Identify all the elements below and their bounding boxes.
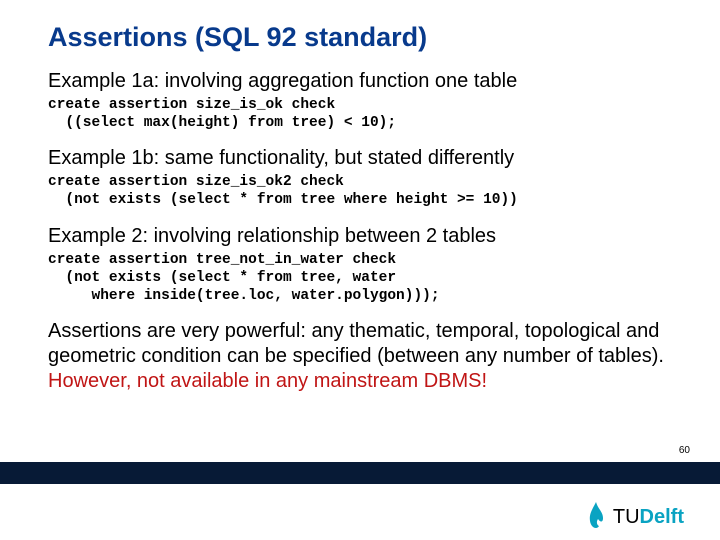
assertions-body: Assertions are very powerful: any themat… xyxy=(48,320,664,367)
example-1b-heading: Example 1b: same functionality, but stat… xyxy=(48,146,672,171)
logo-text: TUDelft xyxy=(613,506,684,529)
example-1b-code: create assertion size_is_ok2 check (not … xyxy=(48,173,672,209)
tudelft-logo: TUDelft xyxy=(585,500,684,534)
example-2-heading: Example 2: involving relationship betwee… xyxy=(48,224,672,249)
example-1a-code: create assertion size_is_ok check ((sele… xyxy=(48,96,672,132)
slide-title: Assertions (SQL 92 standard) xyxy=(48,22,672,53)
assertions-warning: However, not available in any mainstream… xyxy=(48,370,487,392)
body-paragraph: Assertions are very powerful: any themat… xyxy=(48,319,672,394)
page-number: 60 xyxy=(679,445,690,456)
content-area: Assertions (SQL 92 standard) Example 1a:… xyxy=(0,0,720,394)
example-2-code: create assertion tree_not_in_water check… xyxy=(48,251,672,305)
logo-tu: TU xyxy=(613,506,640,528)
flame-icon xyxy=(585,500,607,534)
bottom-band xyxy=(0,462,720,484)
slide: Assertions (SQL 92 standard) Example 1a:… xyxy=(0,0,720,540)
example-1a-heading: Example 1a: involving aggregation functi… xyxy=(48,69,672,94)
logo-delft: Delft xyxy=(640,506,684,528)
